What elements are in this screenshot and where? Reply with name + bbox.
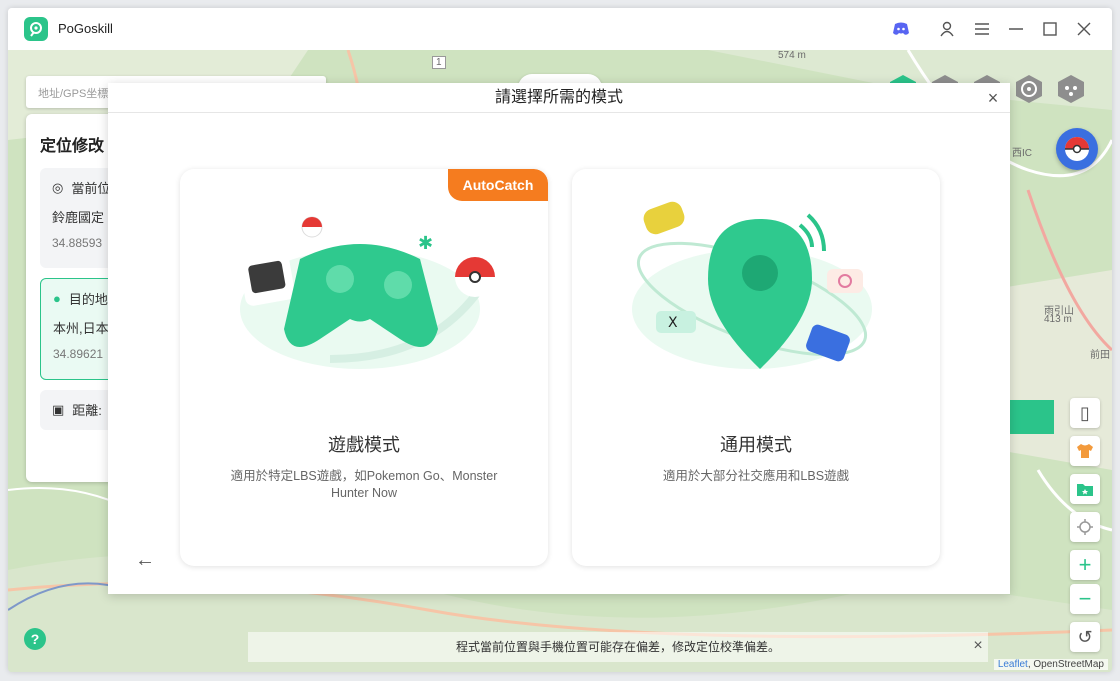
discord-icon[interactable] xyxy=(890,18,912,40)
calibration-notice: 程式當前位置與手機位置可能存在偏差，修改定位校準偏差。 xyxy=(248,632,988,662)
app-logo-icon xyxy=(24,17,48,41)
pin-icon: ● xyxy=(53,291,61,306)
panel-toggle-tab[interactable] xyxy=(1006,400,1054,434)
app-window: PoGoskill 574 m 1 雨引山 413 m 前田 西IC 地址/GP… xyxy=(8,8,1112,672)
close-icon[interactable] xyxy=(1073,18,1095,40)
destination-label: 目的地 xyxy=(68,292,108,307)
general-mode-description: 適用於大部分社交應用和LBS遊戲 xyxy=(662,469,850,483)
map-label-elevation: 574 m xyxy=(778,50,806,61)
general-mode-card[interactable]: X 通用模式 適用於大部分社交應用和LBS遊戲 xyxy=(572,169,940,566)
game-mode-card[interactable]: AutoCatch ✱ 遊戲模式 適用於特定LBS遊戲，如Pokemon Go、… xyxy=(180,169,548,566)
title-bar: PoGoskill xyxy=(8,8,1112,50)
menu-icon[interactable] xyxy=(971,18,993,40)
zoom-in-icon[interactable]: + xyxy=(1070,550,1100,580)
zoom-out-icon[interactable]: − xyxy=(1070,584,1100,614)
minimize-icon[interactable] xyxy=(1005,18,1027,40)
distance-icon: ▣ xyxy=(52,401,65,417)
map-attribution: Leaflet, OpenStreetMap xyxy=(993,659,1108,670)
game-mode-description: 適用於特定LBS遊戲，如Pokemon Go、Monster Hunter No… xyxy=(230,469,498,500)
current-location-label: 當前位 xyxy=(71,181,111,196)
shirt-icon[interactable] xyxy=(1070,436,1100,466)
leaflet-link[interactable]: Leaflet xyxy=(998,659,1028,670)
locate-icon[interactable] xyxy=(1070,512,1100,542)
app-name: PoGoskill xyxy=(58,21,113,36)
game-mode-title: 遊戲模式 xyxy=(328,435,400,455)
help-icon[interactable]: ? xyxy=(24,628,46,650)
game-controller-illustration: ✱ xyxy=(239,216,495,369)
general-mode-title: 通用模式 xyxy=(720,435,792,455)
target-icon: ◎ xyxy=(52,179,64,195)
map-label-station: 西IC xyxy=(1012,148,1032,159)
svg-text:✱: ✱ xyxy=(418,233,433,254)
svg-text:X: X xyxy=(668,315,678,331)
dialog-close-icon[interactable]: × xyxy=(982,87,1004,109)
map-label-route: 1 xyxy=(432,56,446,69)
saved-folder-icon[interactable] xyxy=(1070,474,1100,504)
map-label-mountain-elevation: 413 m xyxy=(1044,314,1072,325)
notice-close-icon[interactable]: × xyxy=(968,636,988,656)
device-icon[interactable]: ▯ xyxy=(1070,398,1100,428)
reset-icon[interactable]: ↺ xyxy=(1070,622,1100,652)
panel-title: 定位修改 xyxy=(40,138,105,155)
dots-mode-icon[interactable] xyxy=(1056,74,1086,104)
dialog-title: 請選擇所需的模式 xyxy=(108,83,1010,113)
maximize-icon[interactable] xyxy=(1039,18,1061,40)
user-icon[interactable] xyxy=(936,18,958,40)
distance-label: 距離: xyxy=(72,403,102,418)
location-pin-illustration: X xyxy=(632,201,872,369)
osm-credit: , OpenStreetMap xyxy=(1027,659,1104,670)
pokeball-icon[interactable] xyxy=(1056,128,1098,170)
back-arrow-icon[interactable]: ← xyxy=(134,549,156,571)
joystick-mode-icon[interactable] xyxy=(1014,74,1044,104)
map-label-town: 前田 xyxy=(1090,350,1110,361)
mode-select-dialog: 請選擇所需的模式 × ← AutoCatch ✱ 遊戲模式 適用於特定LBS遊戲… xyxy=(108,83,1010,594)
